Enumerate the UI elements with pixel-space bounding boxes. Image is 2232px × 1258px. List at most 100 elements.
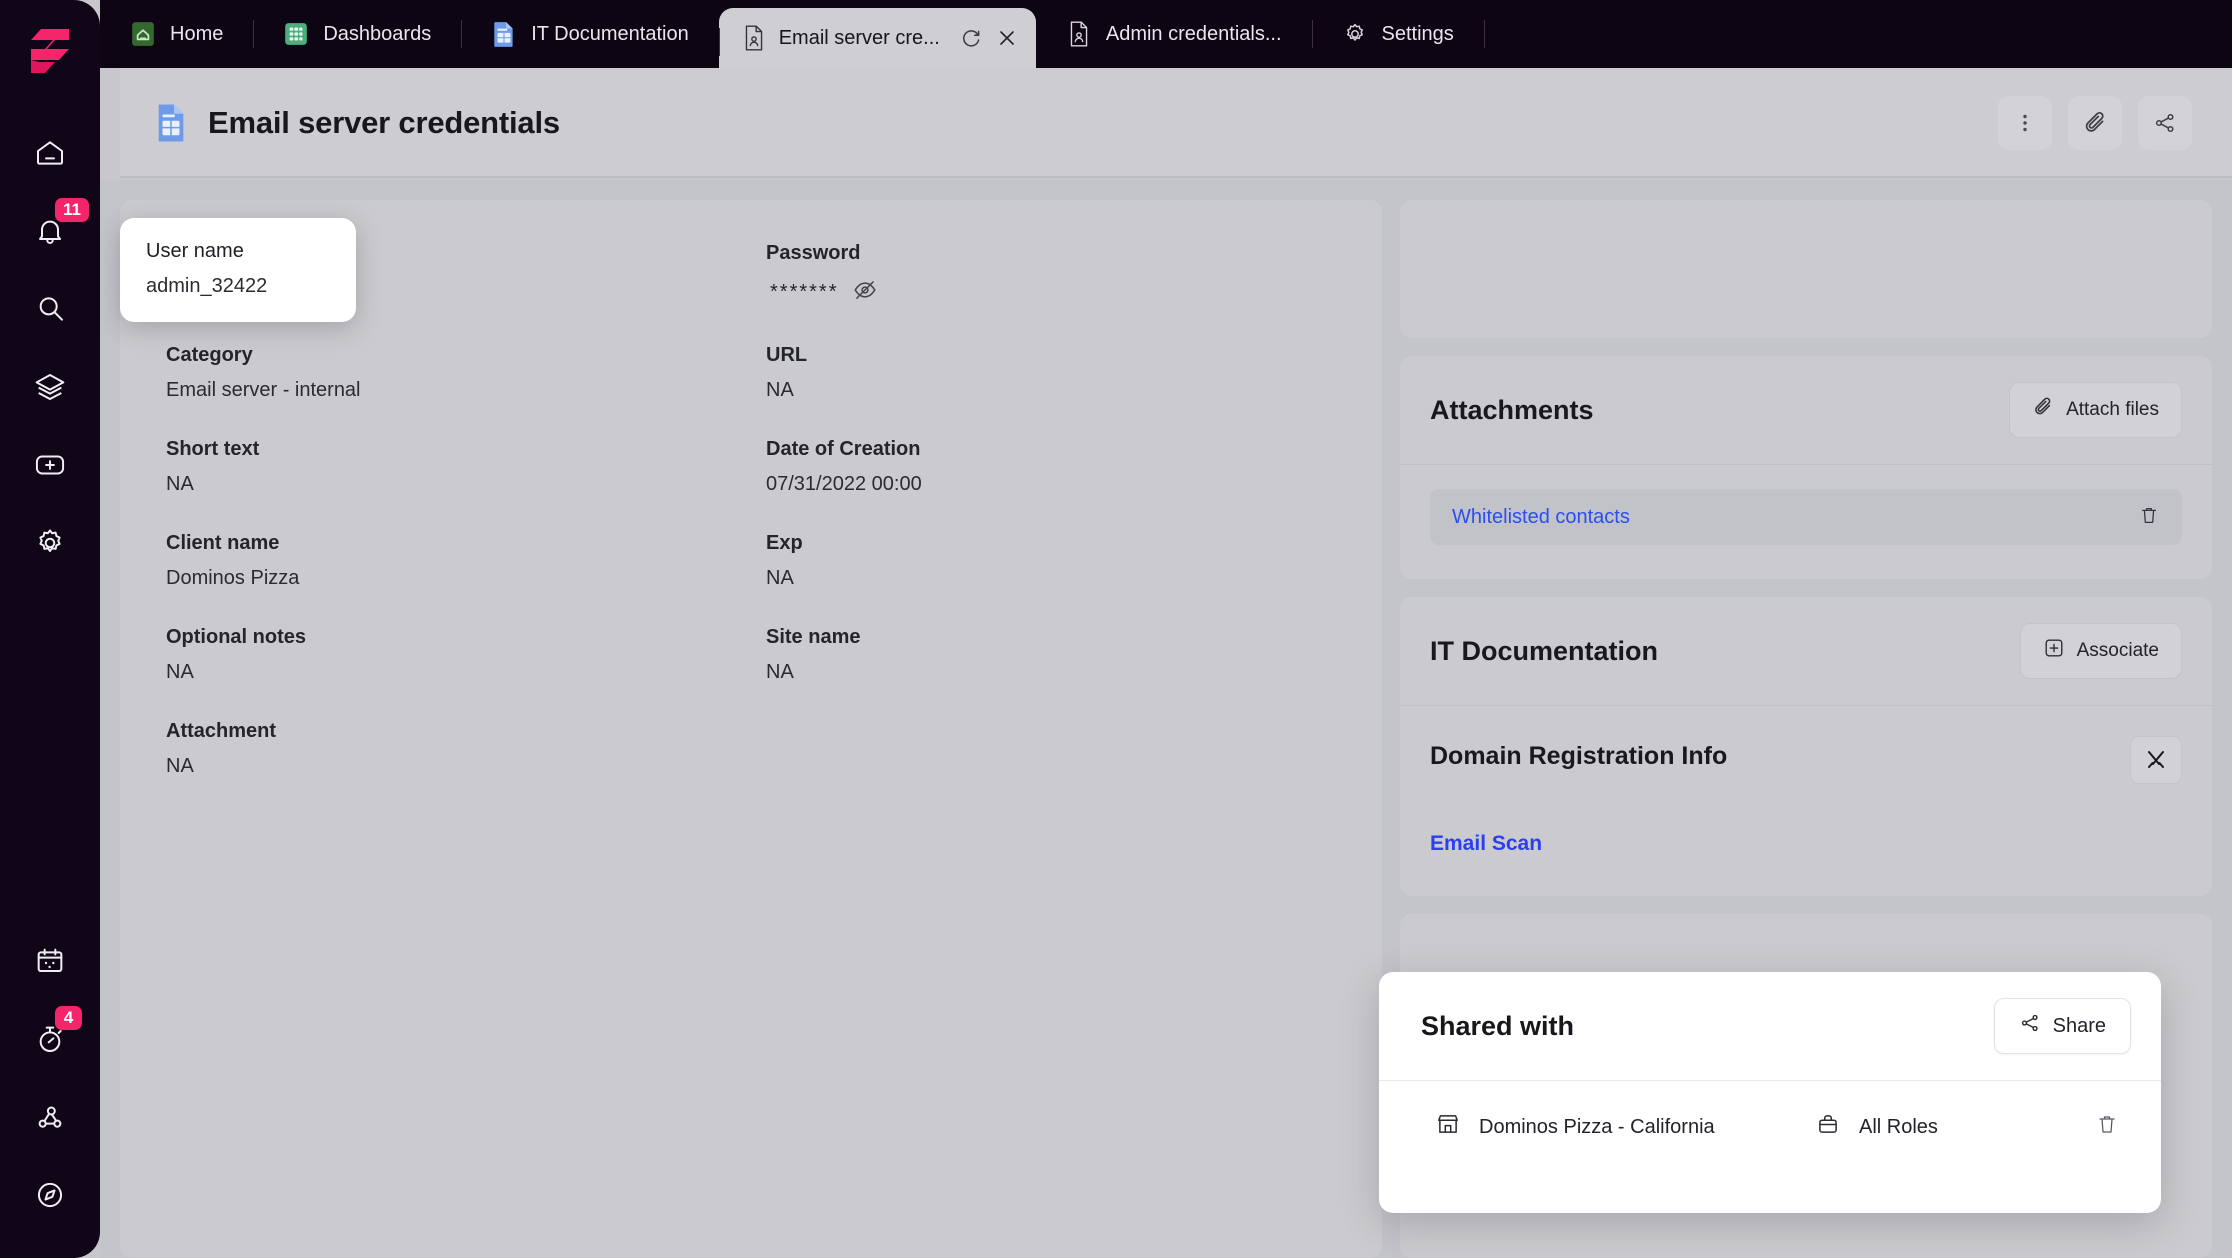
sidebar-item-timer[interactable]: 4: [19, 1000, 82, 1078]
user-name-value: admin_32422: [146, 275, 268, 297]
tab-label: Dashboards: [323, 22, 432, 45]
field-label: URL: [766, 344, 808, 366]
share-nodes-icon: [2019, 1012, 2041, 1040]
field-value: NA: [166, 755, 194, 777]
credential-doc-icon: [741, 23, 767, 53]
sidebar-item-search[interactable]: [19, 270, 81, 348]
field-label: Short text: [166, 438, 260, 460]
associate-label: Associate: [2076, 640, 2159, 661]
associate-button[interactable]: Associate: [2019, 623, 2182, 679]
plus-square-icon: [2043, 637, 2065, 665]
password-masked-value: *******: [770, 281, 839, 303]
application-window: 11 4 Home Dashboards IT Documentation Em…: [0, 0, 2232, 1258]
trash-icon[interactable]: [2095, 1112, 2119, 1142]
more-options-button[interactable]: [1998, 96, 2052, 150]
tab-dashboards[interactable]: Dashboards: [253, 0, 461, 68]
close-tab-icon[interactable]: [994, 25, 1020, 51]
field-value: 07/31/2022 00:00: [766, 473, 922, 495]
attach-files-button[interactable]: Attach files: [2009, 382, 2182, 438]
sidebar-item-layers[interactable]: [19, 348, 81, 426]
shared-org-cell: Dominos Pizza - California: [1435, 1111, 1815, 1143]
sidebar-item-notifications[interactable]: 11: [19, 192, 89, 270]
header-actions: [1998, 96, 2192, 150]
attachment-button[interactable]: [2068, 96, 2122, 150]
sidebar-item-add[interactable]: [19, 426, 81, 504]
attachment-paperclip-icon: [2085, 111, 2104, 132]
trash-icon[interactable]: [2138, 504, 2160, 531]
tab-email-server-credentials[interactable]: Email server cre...: [718, 8, 1036, 68]
tab-label: Email server cre...: [778, 26, 940, 49]
share-button[interactable]: [2138, 96, 2192, 150]
field-site-name: Site name NA: [766, 626, 1366, 684]
compass-icon: [37, 1182, 63, 1208]
field-category: Category Email server - internal: [166, 344, 766, 402]
field-label: Password: [766, 242, 861, 264]
empty-card: [1400, 200, 2212, 338]
tab-label: Settings: [1381, 22, 1454, 45]
tab-actions: [958, 25, 1020, 51]
tab-admin-credentials[interactable]: Admin credentials...: [1036, 0, 1312, 68]
field-value: NA: [766, 567, 794, 589]
sidebar-item-explore[interactable]: [19, 1156, 81, 1234]
shared-org-name: Dominos Pizza - California: [1479, 1115, 1715, 1138]
field-exp: Exp NA: [766, 532, 1366, 590]
search-icon: [39, 297, 63, 321]
tab-label: Home: [170, 22, 224, 45]
tab-divider: [461, 20, 463, 48]
timer-badge: 4: [55, 1006, 82, 1030]
share-label: Share: [2052, 1014, 2106, 1037]
password-value-row: *******: [766, 277, 1366, 308]
eye-off-icon[interactable]: [852, 277, 878, 308]
details-field-grid: User name admin_32422 Password *******: [166, 242, 1336, 814]
field-label: Optional notes: [166, 626, 306, 648]
field-value: NA: [166, 473, 194, 495]
tab-divider: [718, 28, 720, 56]
tab-home[interactable]: Home: [100, 0, 253, 68]
field-value: Email server - internal: [166, 379, 361, 401]
sidebar-item-calendar[interactable]: [19, 922, 81, 1000]
tab-divider: [1311, 20, 1313, 48]
tab-label: Admin credentials...: [1105, 22, 1282, 45]
add-plus-icon: [35, 455, 65, 475]
tools-icon: [2148, 751, 2164, 768]
attachment-row[interactable]: Whitelisted contacts: [1430, 489, 2182, 545]
tools-button[interactable]: [2130, 736, 2182, 784]
tab-settings[interactable]: Settings: [1311, 0, 1484, 68]
field-password: Password *******: [766, 242, 1366, 308]
sidebar-item-settings[interactable]: [19, 504, 81, 582]
page-title: Email server credentials: [208, 105, 560, 140]
share-action-button[interactable]: Share: [1993, 998, 2131, 1054]
tab-list: Home Dashboards IT Documentation Email s…: [100, 0, 1544, 68]
field-label: Category: [166, 344, 253, 366]
shared-with-header: Shared with Share: [1379, 972, 2161, 1081]
primary-sidebar-rail: 11 4: [0, 0, 100, 1258]
tab-label: IT Documentation: [531, 22, 689, 45]
attachment-link[interactable]: Whitelisted contacts: [1452, 506, 1630, 529]
domain-registration-title: Domain Registration Info: [1430, 742, 1728, 770]
field-url: URL NA: [766, 344, 1366, 402]
sidebar-item-home[interactable]: [19, 114, 81, 192]
layers-icon: [35, 374, 65, 400]
attachments-title: Attachments: [1430, 394, 1594, 425]
refresh-icon[interactable]: [958, 25, 984, 51]
superops-logo[interactable]: [21, 22, 79, 80]
tab-divider: [1483, 20, 1485, 48]
notifications-badge: 11: [55, 198, 89, 222]
field-label: Site name: [766, 626, 861, 648]
briefcase-icon: [1815, 1111, 1841, 1143]
shared-with-row: Dominos Pizza - California All Roles: [1379, 1081, 2161, 1143]
attach-files-label: Attach files: [2066, 399, 2159, 420]
attachments-card: Attachments Attach files Whitelisted con…: [1400, 356, 2212, 579]
email-scan-link[interactable]: Email Scan: [1430, 832, 2182, 856]
tab-it-documentation[interactable]: IT Documentation: [461, 0, 719, 68]
more-options-icon: [2023, 114, 2027, 132]
paperclip-icon: [2032, 396, 2054, 424]
tab-overflow-divider: [1483, 0, 1544, 68]
rail-top-group: 11: [19, 114, 89, 582]
dashboard-grid-icon: [283, 19, 309, 49]
shared-role-name: All Roles: [1859, 1115, 1938, 1138]
shared-with-modal: Shared with Share Dominos Pizza - Califo…: [1379, 972, 2161, 1213]
it-documentation-body: Domain Registration Info Email Scan: [1400, 706, 2212, 896]
domain-registration-section-header: Domain Registration Info: [1430, 736, 2182, 784]
sidebar-item-network[interactable]: [19, 1078, 81, 1156]
